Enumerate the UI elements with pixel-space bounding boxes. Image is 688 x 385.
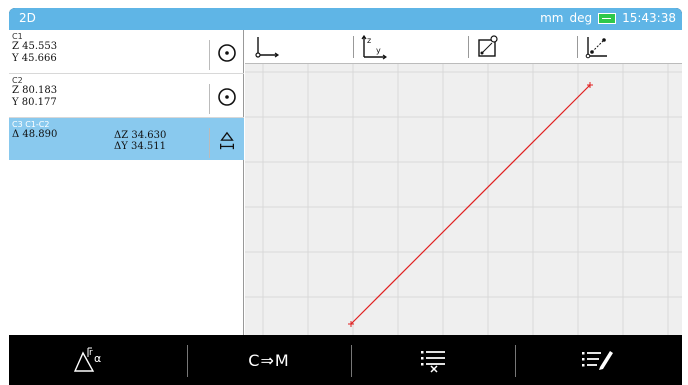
units-angle[interactable]: deg bbox=[569, 11, 592, 25]
axis-y-label: y bbox=[376, 46, 381, 55]
screen-title: 2D bbox=[19, 11, 36, 25]
angle-radius-icon: r α bbox=[73, 347, 101, 372]
function-divider bbox=[351, 345, 352, 377]
status-area: mm deg 15:43:38 bbox=[540, 11, 676, 25]
item-name: C2 bbox=[12, 76, 23, 85]
toolbar-divider bbox=[577, 36, 578, 58]
graph-panel: z y bbox=[245, 30, 682, 335]
item-divider bbox=[209, 84, 210, 114]
item-value-z: Z 80.183 bbox=[12, 85, 58, 96]
distance-icon[interactable] bbox=[217, 131, 237, 151]
angle-radius-button[interactable]: r α bbox=[9, 335, 169, 385]
list-delete-button[interactable] bbox=[353, 335, 513, 385]
list-delete-icon bbox=[421, 351, 445, 373]
main-content: C1 Z 45.553 Y 45.666 C2 Z 80.183 Y 80.17… bbox=[9, 30, 682, 335]
toolbar-divider bbox=[468, 36, 469, 58]
feature-list: C1 Z 45.553 Y 45.666 C2 Z 80.183 Y 80.17… bbox=[9, 30, 244, 335]
axes-origin-icon[interactable] bbox=[253, 33, 281, 61]
c-to-m-button[interactable]: C⇒M bbox=[189, 335, 349, 385]
function-divider bbox=[187, 345, 188, 377]
axes-zy-icon[interactable]: z y bbox=[359, 33, 387, 61]
item-name: C3 C1-C2 bbox=[12, 120, 50, 129]
list-edit-icon bbox=[582, 351, 613, 370]
item-value-delta: Δ 48.890 bbox=[12, 129, 58, 140]
clock: 15:43:38 bbox=[622, 11, 676, 25]
function-bar: r α C⇒M bbox=[9, 335, 682, 385]
item-value-delta-y: ΔY 34.511 bbox=[114, 141, 166, 152]
list-edit-button[interactable] bbox=[517, 335, 677, 385]
item-divider bbox=[209, 128, 210, 158]
function-divider bbox=[515, 345, 516, 377]
plot-grid bbox=[245, 64, 682, 335]
axis-z-label: z bbox=[367, 36, 371, 45]
item-value-z: Z 45.553 bbox=[12, 41, 58, 52]
svg-text:r: r bbox=[89, 348, 93, 358]
c-to-m-label: C⇒M bbox=[248, 350, 290, 370]
distance-line bbox=[350, 84, 591, 325]
circle-dot-icon[interactable] bbox=[217, 87, 237, 107]
item-value-delta-z: ΔZ 34.630 bbox=[114, 130, 167, 141]
circle-dot-icon[interactable] bbox=[217, 43, 237, 63]
zoom-fit-icon[interactable] bbox=[474, 33, 502, 61]
device-screen: 2D mm deg 15:43:38 C1 Z 45.553 Y 45.666 … bbox=[9, 8, 682, 385]
battery-icon bbox=[598, 12, 617, 24]
item-name: C1 bbox=[12, 32, 23, 41]
svg-text:α: α bbox=[94, 352, 101, 365]
measurement-plot[interactable] bbox=[245, 64, 682, 335]
zoom-points-icon[interactable] bbox=[583, 33, 611, 61]
units-length[interactable]: mm bbox=[540, 11, 563, 25]
list-item-c1[interactable]: C1 Z 45.553 Y 45.666 bbox=[9, 30, 244, 74]
item-value-y: Y 80.177 bbox=[12, 97, 57, 108]
toolbar-divider bbox=[353, 36, 354, 58]
list-item-c3[interactable]: C3 C1-C2 Δ 48.890 ΔZ 34.630 ΔY 34.511 bbox=[9, 118, 244, 160]
item-divider bbox=[209, 40, 210, 70]
graph-toolbar: z y bbox=[245, 30, 682, 64]
title-bar: 2D mm deg 15:43:38 bbox=[9, 8, 682, 30]
list-item-c2[interactable]: C2 Z 80.183 Y 80.177 bbox=[9, 74, 244, 118]
item-value-y: Y 45.666 bbox=[12, 53, 57, 64]
